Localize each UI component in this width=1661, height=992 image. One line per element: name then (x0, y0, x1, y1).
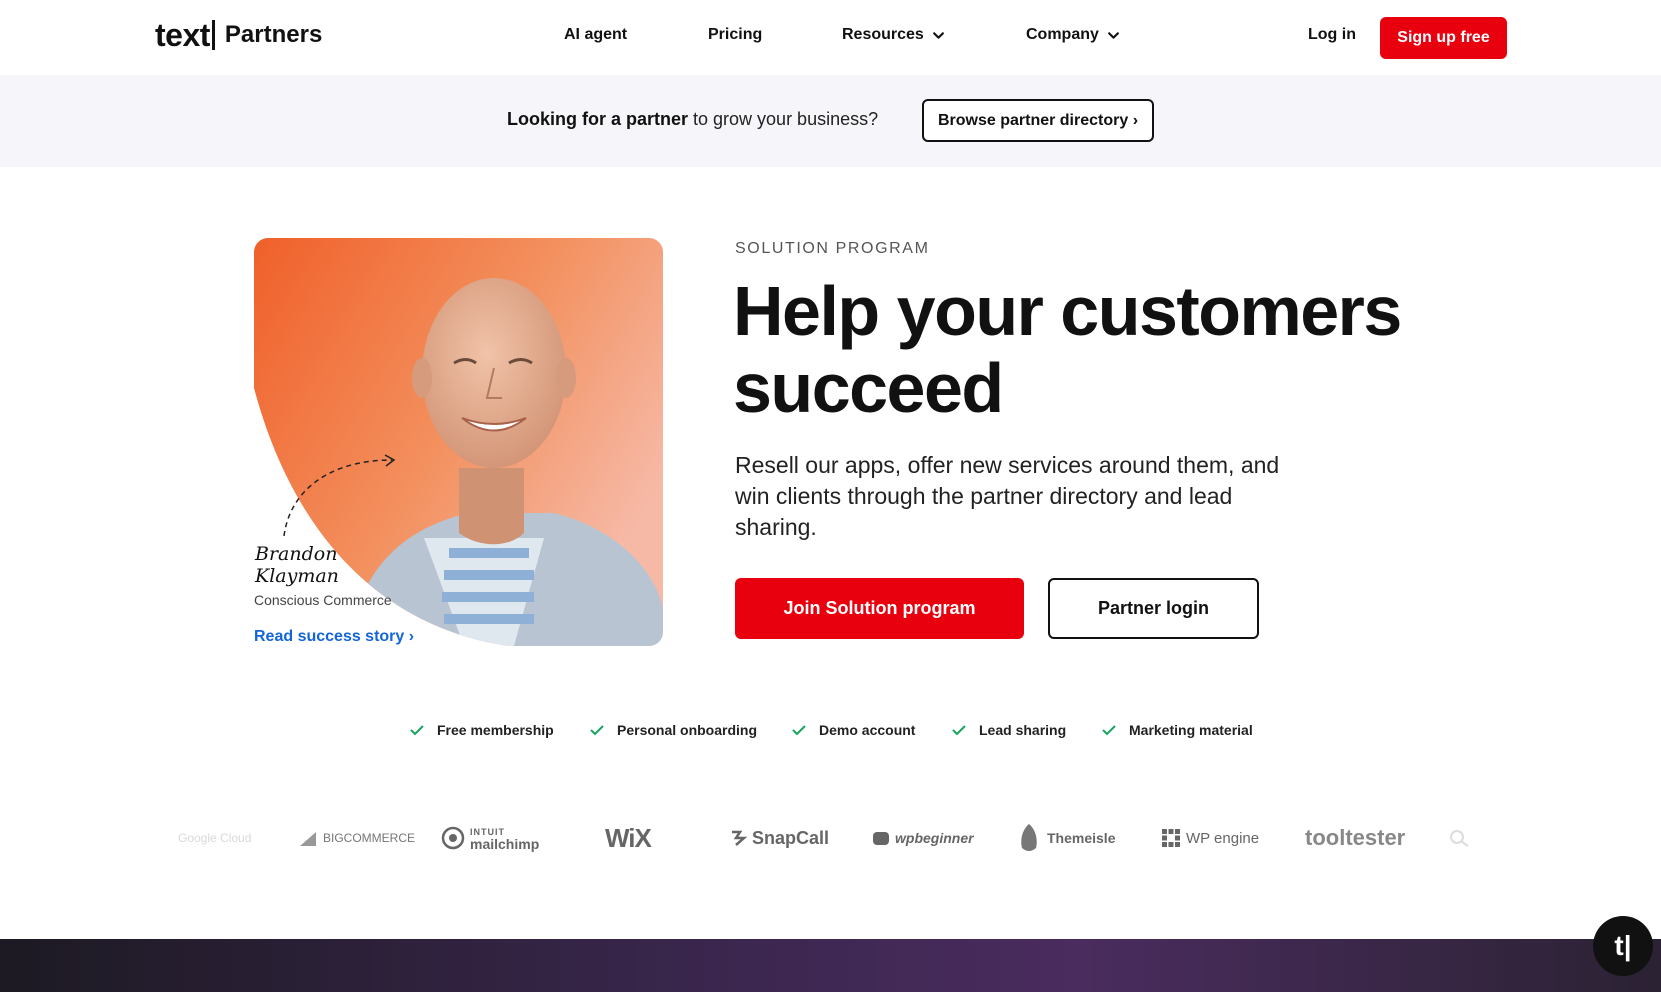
partner-signature: Brandon Klayman (255, 543, 339, 587)
brand-name: BIGCOMMERCE (323, 831, 416, 845)
partner-login-button[interactable]: Partner login (1048, 578, 1259, 639)
banner-rest-text: to grow your business? (688, 109, 879, 129)
nav-link-pricing[interactable]: Pricing (708, 26, 762, 44)
brand-name: wpbeginner (895, 830, 974, 846)
wpbeginner-icon (873, 832, 889, 845)
signup-button[interactable]: Sign up free (1380, 17, 1507, 59)
next-section-band (0, 939, 1661, 992)
partner-company: Conscious Commerce (254, 592, 392, 608)
mailchimp-logo: INTUIT mailchimp (441, 820, 539, 856)
chat-widget-label: t| (1614, 930, 1632, 961)
nav-link-ai-agent[interactable]: AI agent (564, 26, 627, 44)
bigcommerce-logo: BIGCOMMERCE (298, 820, 415, 856)
tooltester-logo: tooltester (1305, 820, 1405, 856)
check-icon (410, 725, 424, 736)
google-cloud-logo: Google Cloud (178, 820, 251, 856)
wp-engine-icon (1162, 829, 1180, 847)
faded-logo (1448, 820, 1474, 856)
check-icon (1102, 725, 1116, 736)
nav-link-company[interactable]: Company (1026, 26, 1120, 44)
headline-line-2: succeed (733, 349, 1004, 427)
wp-engine-logo: WP engine (1161, 820, 1259, 856)
wpbeginner-logo: wpbeginner (872, 820, 974, 856)
brand-name: tooltester (1305, 825, 1406, 850)
snapcall-icon (732, 830, 747, 846)
signature-first-name: Brandon (255, 543, 338, 565)
themeisle-icon (1021, 824, 1037, 851)
check-icon (952, 725, 966, 736)
mailchimp-icon (441, 826, 465, 850)
browse-partner-directory-button[interactable]: Browse partner directory › (922, 99, 1154, 142)
page-title: Help your customers succeed (733, 273, 1493, 427)
check-icon (590, 725, 604, 736)
brand-name: Google Cloud (178, 831, 252, 845)
nav-link-resources[interactable]: Resources (842, 26, 945, 44)
program-benefits-list: Free membership Personal onboarding Demo… (0, 722, 1661, 742)
check-icon (792, 725, 806, 736)
mailchimp-wordmark: INTUIT mailchimp (470, 826, 540, 852)
benefit-label: Personal onboarding (617, 722, 758, 738)
partner-directory-banner: Looking for a partner to grow your busin… (0, 75, 1661, 167)
bigcommerce-icon (300, 832, 316, 846)
chevron-down-icon (932, 31, 944, 39)
nav-link-label: AI agent (564, 26, 628, 43)
headline-line-1: Help your customers (733, 272, 1402, 350)
brand-name: WP engine (1186, 829, 1260, 847)
banner-text: Looking for a partner to grow your busin… (507, 109, 878, 130)
benefit-label: Free membership (437, 722, 554, 738)
brand-name: mailchimp (470, 836, 540, 852)
hero-description: Resell our apps, offer new services arou… (735, 452, 1280, 540)
benefit-label: Lead sharing (979, 722, 1067, 738)
nav-link-label: Resources (842, 26, 924, 43)
nav-link-label: Company (1026, 26, 1099, 43)
nav-link-label: Pricing (708, 26, 763, 43)
section-eyebrow: SOLUTION PROGRAM (735, 240, 930, 257)
banner-bold-text: Looking for a partner (507, 109, 689, 129)
signature-last-name: Klayman (255, 565, 339, 587)
join-solution-program-button[interactable]: Join Solution program (735, 578, 1024, 639)
benefit-item: Lead sharing (952, 722, 1066, 738)
read-success-story-link[interactable]: Read success story › (254, 628, 414, 646)
brand-name: SnapCall (752, 827, 830, 848)
benefit-label: Marketing material (1129, 722, 1253, 738)
chat-widget-button[interactable]: t| (1593, 916, 1653, 976)
benefit-label: Demo account (819, 722, 916, 738)
benefit-item: Demo account (792, 722, 915, 738)
benefit-item: Personal onboarding (590, 722, 757, 738)
themeisle-logo: Themeisle (1016, 820, 1115, 856)
top-navigation: text Partners AI agent Pricing Resources… (0, 0, 1661, 75)
benefit-item: Marketing material (1102, 722, 1253, 738)
brand-name: WiX (605, 822, 652, 853)
dashed-arrow-icon (283, 454, 396, 537)
snapcall-logo: SnapCall (729, 820, 829, 856)
magnifier-logo-icon (1450, 830, 1469, 847)
chevron-down-icon (1107, 31, 1119, 39)
login-link[interactable]: Log in (1308, 26, 1356, 44)
wix-logo: WiX (605, 820, 652, 856)
brand-name: Themeisle (1047, 830, 1116, 846)
partner-logos-strip: Google Cloud BIGCOMMERCE INTUIT mailchim… (0, 820, 1661, 856)
benefit-item: Free membership (410, 722, 554, 738)
